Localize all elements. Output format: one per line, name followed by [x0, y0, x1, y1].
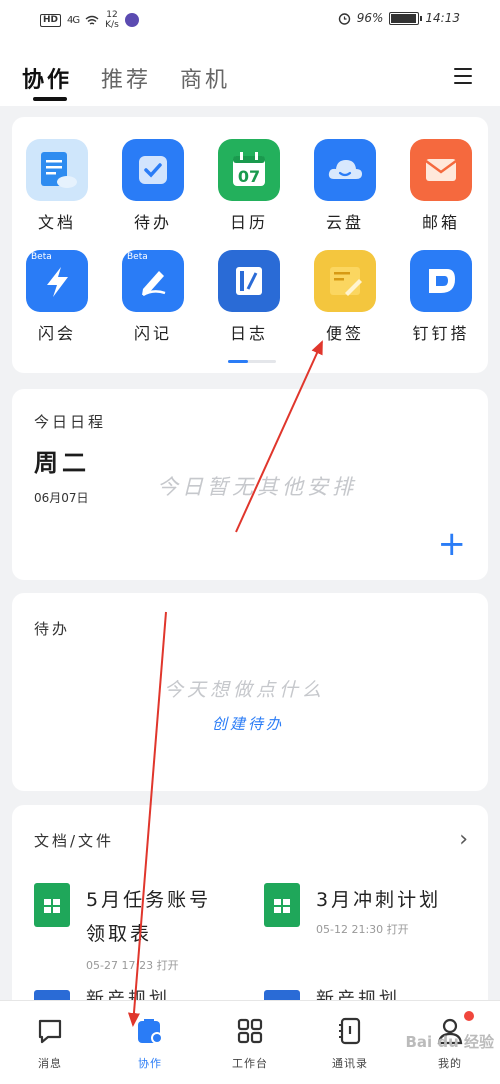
nav-label: 消息: [38, 1057, 62, 1070]
app-label: 日志: [229, 324, 268, 343]
status-bar: HD 4G 12 K/s 96% 14:13: [0, 0, 500, 40]
app-flash-meeting[interactable]: Beta 闪会: [17, 250, 97, 344]
network-speed: 12 K/s: [105, 10, 119, 30]
todo-check-icon: [122, 139, 184, 201]
top-header: 协作 推荐 商机: [0, 40, 500, 106]
schedule-empty-hint: 今日暂无其他安排: [157, 475, 357, 499]
tab-collaboration[interactable]: 协作: [22, 62, 72, 94]
app-docs[interactable]: 文档: [17, 139, 97, 233]
schedule-date: 06月07日: [34, 491, 89, 505]
app-label: 云盘: [325, 213, 364, 232]
add-schedule-button[interactable]: +: [438, 527, 467, 561]
app-label: 便签: [325, 324, 364, 343]
nav-collaboration[interactable]: 协作: [110, 1015, 190, 1071]
beta-badge: Beta: [31, 252, 52, 262]
calendar-icon: 07: [218, 139, 280, 201]
spreadsheet-icon: [264, 883, 300, 927]
app-dingtalk-builder[interactable]: 钉钉搭: [401, 250, 481, 344]
nav-contacts[interactable]: 通讯录: [310, 1015, 390, 1071]
status-left: HD 4G 12 K/s: [40, 10, 139, 30]
todo-empty-hint: 今天想做点什么: [164, 679, 326, 701]
schedule-title: 今日日程: [34, 413, 107, 431]
app-label: 待办: [133, 213, 172, 232]
alarm-icon: [338, 12, 350, 25]
doc-name: 5月任务账号 领取表: [86, 889, 212, 945]
today-schedule-card[interactable]: 今日日程 周二 06月07日 今日暂无其他安排 +: [12, 389, 488, 580]
chevron-right-icon[interactable]: ›: [459, 827, 468, 852]
todo-title: 待办: [34, 620, 71, 638]
document-icon: [264, 990, 300, 1000]
doc-meta: 05-27 17:23 打开: [86, 959, 179, 972]
tab-recommend[interactable]: 推荐: [101, 62, 151, 94]
nav-messages[interactable]: 消息: [10, 1015, 90, 1071]
doc-name: 3月冲刺计划: [316, 889, 442, 911]
document-icon: [34, 990, 70, 1000]
app-notification-icon: [124, 13, 139, 27]
watermark: Bai du 经验: [405, 1033, 494, 1051]
bottom-navigation: 消息 协作 工作台 通讯录 我的 Bai du 经验: [0, 1000, 500, 1084]
message-icon: [34, 1015, 66, 1047]
app-calendar[interactable]: 07 日历: [209, 139, 289, 233]
document-icon: [26, 139, 88, 201]
menu-icon[interactable]: [454, 68, 472, 84]
app-grid-card: 文档 待办 07 日历 云盘 邮箱 Beta 闪会 Beta 闪记 日志 便签 …: [12, 117, 488, 373]
app-label: 闪会: [37, 324, 76, 343]
create-todo-link[interactable]: 创建待办: [212, 713, 284, 734]
app-log[interactable]: 日志: [209, 250, 289, 344]
doc-meta: 05-12 21:30 打开: [316, 923, 409, 936]
nav-label: 通讯录: [332, 1057, 368, 1070]
doc-item[interactable]: 5月任务账号 领取表 05-27 17:23 打开: [34, 883, 234, 973]
tab-business[interactable]: 商机: [180, 62, 230, 94]
flash-note-icon: Beta: [122, 250, 184, 312]
docs-title: 文档/文件: [34, 832, 115, 850]
sticky-note-icon: [314, 250, 376, 312]
app-label: 文档: [37, 213, 76, 232]
app-label: 日历: [229, 213, 268, 232]
app-label: 钉钉搭: [412, 324, 470, 343]
page-indicator: [228, 360, 276, 363]
app-label: 闪记: [133, 324, 172, 343]
app-flash-note[interactable]: Beta 闪记: [113, 250, 193, 344]
app-mail[interactable]: 邮箱: [401, 139, 481, 233]
spreadsheet-icon: [34, 883, 70, 927]
nav-label: 我的: [438, 1057, 462, 1070]
contacts-icon: [334, 1015, 366, 1047]
hd-badge: HD: [40, 13, 62, 27]
beta-badge: Beta: [127, 252, 148, 262]
notification-dot: [464, 1011, 474, 1021]
app-todo[interactable]: 待办: [113, 139, 193, 233]
network-signal: 4G: [67, 14, 80, 26]
weekday: 周二: [34, 449, 90, 477]
svg-text:07: 07: [238, 167, 260, 186]
nav-label: 协作: [138, 1057, 162, 1070]
log-icon: [218, 250, 280, 312]
doc-item[interactable]: 3月冲刺计划 05-12 21:30 打开: [264, 883, 464, 973]
status-right: 96% 14:13: [338, 11, 460, 25]
app-sticky-note[interactable]: 便签: [305, 250, 385, 344]
battery-percent: 96%: [356, 11, 384, 25]
active-tab-indicator: [33, 97, 67, 101]
clock: 14:13: [425, 11, 460, 25]
battery-icon: [389, 11, 423, 25]
flash-meeting-icon: Beta: [26, 250, 88, 312]
app-cloud-drive[interactable]: 云盘: [305, 139, 385, 233]
dingtalk-builder-icon: [410, 250, 472, 312]
workbench-icon: [234, 1015, 266, 1047]
wifi-icon: [85, 15, 99, 25]
mail-icon: [410, 139, 472, 201]
nav-label: 工作台: [232, 1057, 268, 1070]
cloud-icon: [314, 139, 376, 201]
nav-workbench[interactable]: 工作台: [210, 1015, 290, 1071]
collaboration-icon: [134, 1015, 166, 1047]
app-label: 邮箱: [421, 213, 460, 232]
todo-card[interactable]: 待办 今天想做点什么 创建待办: [12, 593, 488, 791]
